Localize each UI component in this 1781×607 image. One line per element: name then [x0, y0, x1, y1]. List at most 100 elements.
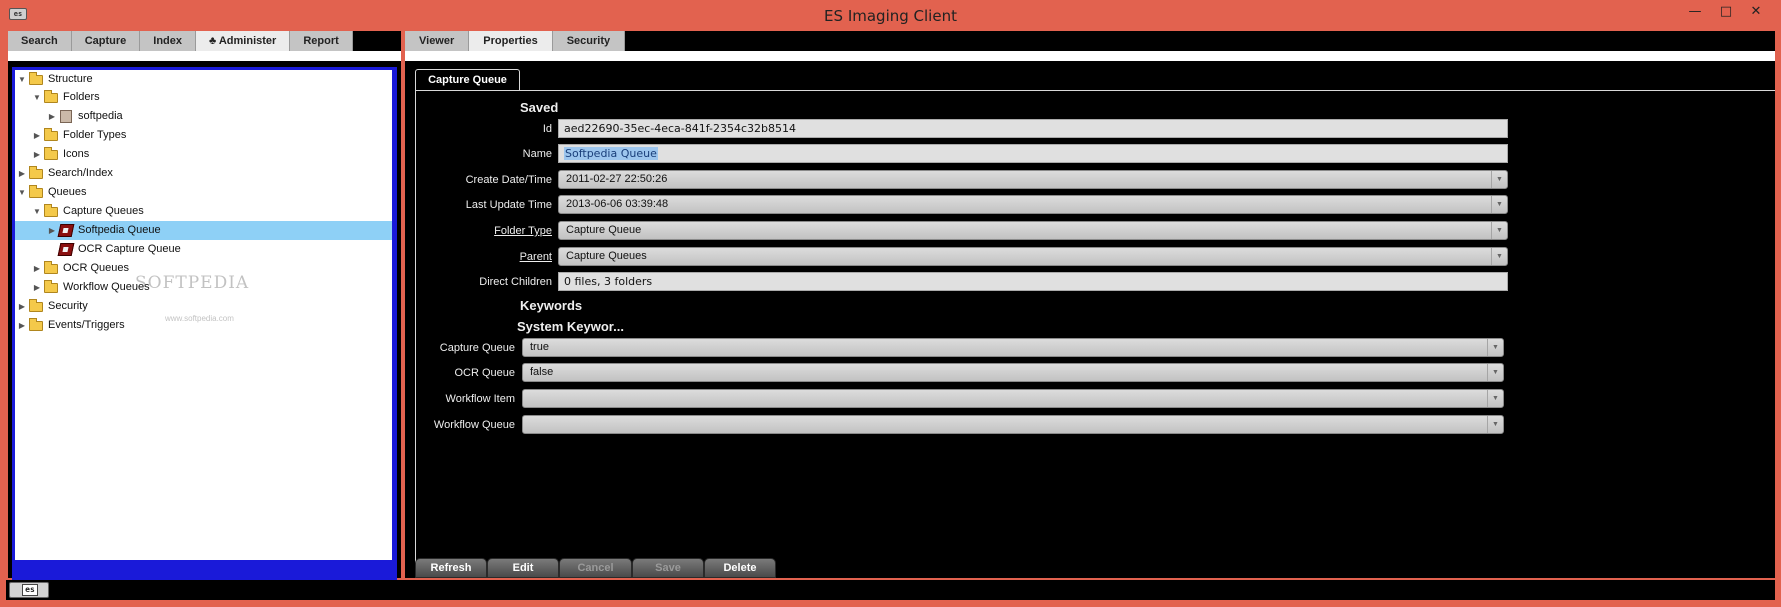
dropdown-arrow-icon[interactable]: ▼	[1491, 171, 1507, 188]
parent-value: Capture Queues	[566, 250, 647, 262]
name-label: Name	[522, 148, 552, 160]
create-date-label: Create Date/Time	[465, 174, 552, 186]
parent-link[interactable]: Parent	[520, 251, 552, 263]
tree-node-label: OCR Queues	[63, 262, 130, 274]
tree-node-ocr-capture-queue[interactable]: OCR Capture Queue	[15, 240, 392, 259]
tab-index[interactable]: Index	[140, 31, 196, 51]
cancel-button[interactable]: Cancel	[559, 558, 632, 578]
expand-toggle-icon[interactable]: ▶	[17, 164, 27, 183]
tree-node-label: Security	[48, 300, 88, 312]
tab-viewer[interactable]: Viewer	[405, 31, 470, 51]
app-logo-button[interactable]: es	[9, 582, 49, 598]
folder-type-link[interactable]: Folder Type	[494, 225, 552, 237]
tree-node-label: OCR Capture Queue	[78, 243, 181, 255]
expand-toggle-icon[interactable]: ▼	[17, 70, 27, 89]
es-logo-icon: es	[22, 584, 38, 596]
update-time-value: 2013-06-06 03:39:48	[566, 198, 669, 210]
expand-toggle-icon[interactable]: ▼	[32, 202, 42, 221]
expand-toggle-icon[interactable]: ▶	[47, 107, 57, 126]
tree-node-label: Search/Index	[48, 167, 113, 179]
tree-node-queues[interactable]: ▼ Queues	[15, 183, 392, 202]
tree-node-capture-queues[interactable]: ▼ Capture Queues	[15, 202, 392, 221]
folder-icon	[29, 318, 43, 331]
name-field[interactable]: Softpedia Queue	[558, 144, 1508, 163]
tree-node-softpedia-queue[interactable]: ▶ Softpedia Queue	[15, 221, 392, 240]
ocr-queue-label: OCR Queue	[454, 367, 515, 379]
tree-node-icons[interactable]: ▶ Icons	[15, 145, 392, 164]
dropdown-arrow-icon[interactable]: ▼	[1487, 364, 1503, 381]
action-buttons: Refresh Edit Cancel Save Delete	[415, 558, 776, 578]
tree-node-search-index[interactable]: ▶ Search/Index	[15, 164, 392, 183]
section-system-keywords: System Keywor...	[517, 319, 624, 334]
maximize-button[interactable]: □	[1715, 4, 1737, 20]
queue-icon	[57, 224, 75, 237]
tab-administer[interactable]: ♣ Administer	[196, 31, 291, 51]
expand-toggle-icon[interactable]: ▶	[17, 316, 27, 335]
workflow-item-label: Workflow Item	[445, 393, 515, 405]
tab-capture[interactable]: Capture	[71, 31, 141, 51]
tree-node-structure[interactable]: ▼ Structure	[15, 70, 392, 89]
expand-toggle-icon[interactable]: ▶	[47, 221, 57, 240]
dropdown-arrow-icon[interactable]: ▼	[1491, 222, 1507, 239]
create-date-field[interactable]: 2011-02-27 22:50:26 ▼	[558, 170, 1508, 189]
direct-children-field[interactable]: 0 files, 3 folders	[558, 272, 1508, 291]
section-saved: Saved	[520, 100, 559, 115]
expand-toggle-icon[interactable]: ▼	[32, 88, 42, 107]
expand-toggle-icon[interactable]: ▶	[32, 278, 42, 297]
tree-node-label: Structure	[48, 73, 93, 85]
tree-node-label: Events/Triggers	[48, 319, 125, 331]
folder-type-select[interactable]: Capture Queue ▼	[558, 221, 1508, 240]
edit-button[interactable]: Edit	[487, 558, 559, 578]
admin-tree[interactable]: ▼ Structure ▼ Folders ▶ softpedia ▶ Fold…	[15, 70, 392, 560]
parent-select[interactable]: Capture Queues ▼	[558, 247, 1508, 266]
folder-icon	[44, 261, 58, 274]
expand-toggle-icon[interactable]: ▶	[32, 126, 42, 145]
left-panel: Search Capture Index ♣ Administer Report…	[8, 31, 401, 589]
tab-capture-queue[interactable]: Capture Queue	[415, 69, 520, 90]
delete-button[interactable]: Delete	[704, 558, 776, 578]
detail-tabs: Viewer Properties Security	[405, 31, 626, 51]
right-panel: Viewer Properties Security Capture Queue…	[405, 31, 1775, 578]
dropdown-arrow-icon[interactable]: ▼	[1491, 248, 1507, 265]
properties-form: Saved Id aed22690-35ec-4eca-841f-2354c32…	[415, 90, 1775, 578]
tree-node-label: Queues	[48, 186, 87, 198]
tab-properties[interactable]: Properties	[469, 31, 553, 51]
workflow-item-select[interactable]: ▼	[522, 389, 1504, 408]
building-icon	[60, 110, 72, 123]
tree-node-label: Icons	[63, 148, 90, 160]
expand-toggle-icon[interactable]: ▶	[32, 259, 42, 278]
tab-security[interactable]: Security	[552, 31, 626, 51]
expand-toggle-icon[interactable]: ▶	[32, 145, 42, 164]
capture-queue-select[interactable]: true ▼	[522, 338, 1504, 357]
expand-toggle-icon[interactable]: ▼	[17, 183, 27, 202]
dropdown-arrow-icon[interactable]: ▼	[1491, 196, 1507, 213]
title-bar: es ES Imaging Client — □ ✕	[0, 0, 1781, 31]
update-time-label: Last Update Time	[465, 199, 552, 211]
tree-frame: ▼ Structure ▼ Folders ▶ softpedia ▶ Fold…	[12, 67, 397, 589]
refresh-button[interactable]: Refresh	[415, 558, 487, 578]
ocr-queue-select[interactable]: false ▼	[522, 363, 1504, 382]
tree-node-label: Folder Types	[63, 129, 127, 141]
folder-icon	[44, 280, 58, 293]
queue-icon	[57, 243, 75, 256]
tab-report[interactable]: Report	[290, 31, 353, 51]
workflow-queue-select[interactable]: ▼	[522, 415, 1504, 434]
update-time-field[interactable]: 2013-06-06 03:39:48 ▼	[558, 195, 1508, 214]
dropdown-arrow-icon[interactable]: ▼	[1487, 339, 1503, 356]
save-button[interactable]: Save	[632, 558, 704, 578]
tab-search[interactable]: Search	[8, 31, 72, 51]
tree-node-folder-types[interactable]: ▶ Folder Types	[15, 126, 392, 145]
folder-icon	[29, 166, 43, 179]
id-label: Id	[542, 123, 552, 135]
tree-node-softpedia[interactable]: ▶ softpedia	[15, 107, 392, 126]
close-button[interactable]: ✕	[1745, 4, 1767, 20]
minimize-button[interactable]: —	[1684, 4, 1706, 20]
id-field[interactable]: aed22690-35ec-4eca-841f-2354c32b8514	[558, 119, 1508, 138]
tree-node-label: Capture Queues	[63, 205, 144, 217]
expand-toggle-icon[interactable]: ▶	[17, 297, 27, 316]
dropdown-arrow-icon[interactable]: ▼	[1487, 416, 1503, 433]
tree-node-folders[interactable]: ▼ Folders	[15, 88, 392, 107]
watermark-url: www.softpedia.com	[165, 314, 234, 323]
capture-queue-value: true	[530, 341, 549, 353]
dropdown-arrow-icon[interactable]: ▼	[1487, 390, 1503, 407]
